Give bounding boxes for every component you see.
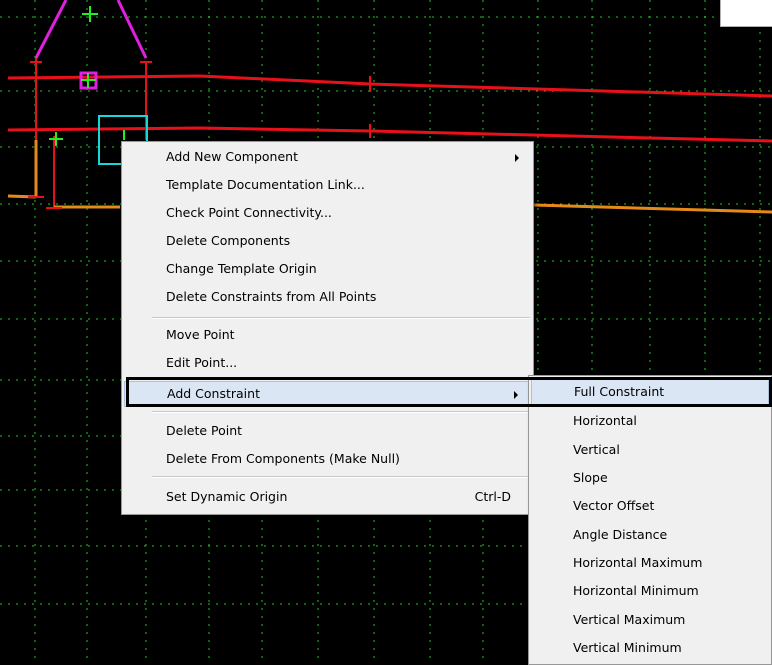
menu-item-label: Template Documentation Link... bbox=[166, 177, 365, 192]
menu-item-label: Horizontal bbox=[573, 413, 637, 428]
submenu-item-vertical-minimum[interactable]: Vertical Minimum bbox=[531, 635, 769, 661]
submenu-item-vertical-maximum[interactable]: Vertical Maximum bbox=[531, 607, 769, 633]
submenu-item-slope[interactable]: Slope bbox=[531, 465, 769, 491]
menu-item-label: Delete Point bbox=[166, 423, 243, 438]
menu-item-label: Vector Offset bbox=[573, 498, 655, 513]
submenu-item-horizontal[interactable]: Horizontal bbox=[531, 408, 769, 434]
menu-item-label: Set Dynamic Origin bbox=[166, 489, 288, 504]
menu-separator bbox=[152, 476, 530, 478]
submenu-item-vector-offset[interactable]: Vector Offset bbox=[531, 493, 769, 519]
menu-item-edit-point[interactable]: Edit Point... bbox=[124, 350, 531, 376]
menu-item-label: Change Template Origin bbox=[166, 261, 317, 276]
menu-item-label: Vertical Minimum bbox=[573, 640, 682, 655]
menu-item-label: Vertical Maximum bbox=[573, 612, 686, 627]
add-constraint-submenu: Full Constraint Horizontal Vertical Slope Ve… bbox=[528, 375, 772, 665]
menu-item-move-point[interactable]: Move Point bbox=[124, 322, 531, 348]
menu-item-label: Edit Point... bbox=[166, 355, 238, 370]
orange-line-right bbox=[533, 203, 772, 214]
menu-item-label: Delete Constraints from All Points bbox=[166, 289, 377, 304]
menu-item-label: Check Point Connectivity... bbox=[166, 205, 332, 220]
menu-item-shortcut: Ctrl-D bbox=[474, 489, 511, 504]
menu-item-label: Delete Components bbox=[166, 233, 291, 248]
menu-item-label: Horizontal Maximum bbox=[573, 555, 703, 570]
menu-item-label: Slope bbox=[573, 470, 608, 485]
context-menu: Add New Component Template Documentation … bbox=[121, 141, 534, 515]
menu-item-set-dynamic-origin[interactable]: Set Dynamic Origin Ctrl-D bbox=[124, 484, 531, 510]
menu-item-delete-from-components-make-null[interactable]: Delete From Components (Make Null) bbox=[124, 446, 531, 472]
green-point-cross bbox=[81, 73, 96, 88]
menu-item-label: Add New Component bbox=[166, 149, 298, 164]
magenta-left bbox=[34, 0, 68, 59]
submenu-item-vertical[interactable]: Vertical bbox=[531, 437, 769, 463]
submenu-item-angle-distance[interactable]: Angle Distance bbox=[531, 522, 769, 548]
panel-corner bbox=[720, 0, 772, 27]
submenu-item-horizontal-maximum[interactable]: Horizontal Maximum bbox=[531, 550, 769, 576]
submenu-arrow-icon bbox=[514, 391, 518, 399]
submenu-item-horizontal-minimum[interactable]: Horizontal Minimum bbox=[531, 578, 769, 604]
menu-item-delete-components[interactable]: Delete Components bbox=[124, 228, 531, 254]
menu-item-label: Angle Distance bbox=[573, 527, 668, 542]
menu-separator bbox=[152, 411, 530, 413]
menu-item-delete-point[interactable]: Delete Point bbox=[124, 418, 531, 444]
menu-item-delete-constraints-from-all-points[interactable]: Delete Constraints from All Points bbox=[124, 284, 531, 310]
menu-item-label: Horizontal Minimum bbox=[573, 583, 699, 598]
menu-item-label: Delete From Components (Make Null) bbox=[166, 451, 400, 466]
red-line-lower bbox=[7, 126, 772, 143]
submenu-item-full-constraint[interactable]: Full Constraint bbox=[531, 379, 769, 405]
menu-item-add-constraint[interactable]: Add Constraint bbox=[124, 381, 531, 407]
menu-item-template-documentation-link[interactable]: Template Documentation Link... bbox=[124, 172, 531, 198]
magenta-right bbox=[116, 0, 148, 59]
menu-item-check-point-connectivity[interactable]: Check Point Connectivity... bbox=[124, 200, 531, 226]
red-line-upper bbox=[7, 74, 772, 98]
menu-item-label: Vertical bbox=[573, 442, 620, 457]
menu-separator bbox=[152, 317, 530, 319]
green-cross-left bbox=[49, 132, 63, 146]
menu-item-change-template-origin[interactable]: Change Template Origin bbox=[124, 256, 531, 282]
green-cross-top bbox=[82, 6, 98, 22]
menu-item-label: Move Point bbox=[166, 327, 235, 342]
menu-item-label: Add Constraint bbox=[167, 386, 260, 401]
submenu-arrow-icon bbox=[515, 154, 519, 162]
menu-item-add-new-component[interactable]: Add New Component bbox=[124, 144, 531, 170]
menu-item-label: Full Constraint bbox=[574, 384, 665, 399]
